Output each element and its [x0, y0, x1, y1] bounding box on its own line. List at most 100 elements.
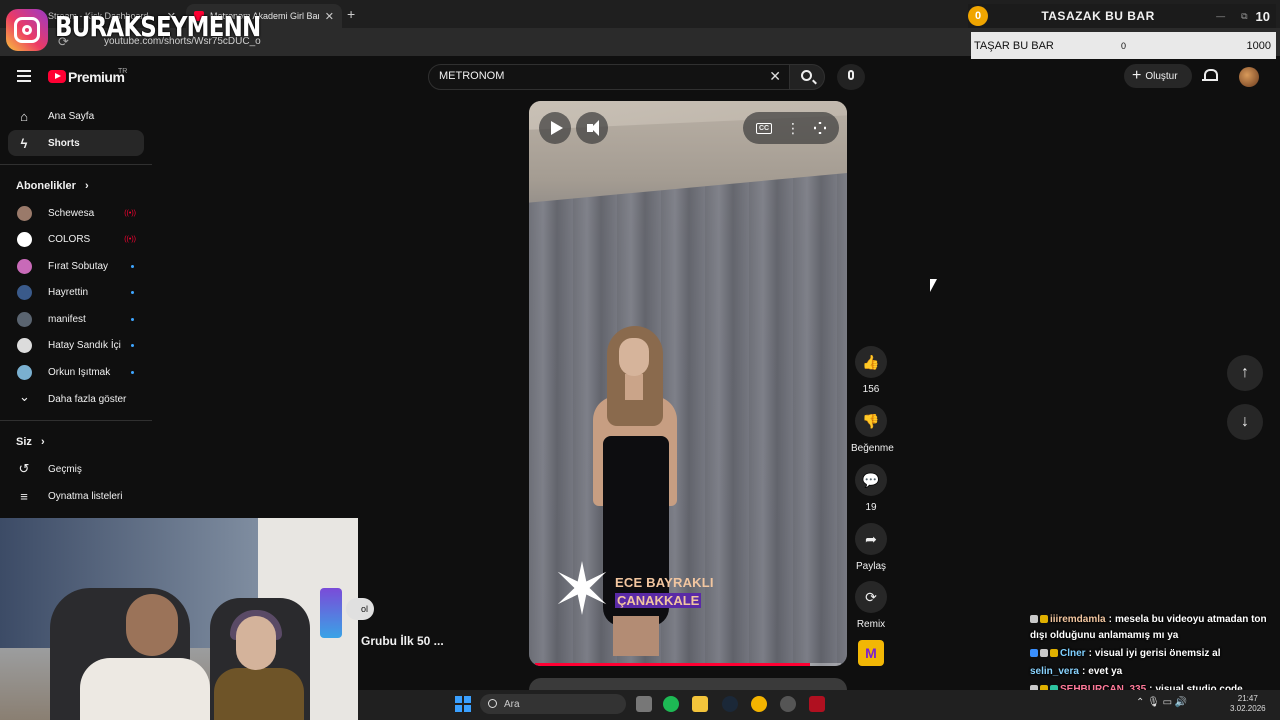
- more-options-icon[interactable]: ⋮: [786, 121, 800, 135]
- comment-button[interactable]: 💬 19: [851, 464, 891, 513]
- chevron-right-icon: ›: [40, 436, 45, 448]
- video-progress-bar[interactable]: [535, 663, 841, 666]
- channel-avatar: [17, 258, 32, 274]
- video-overlay-name: ECE BAYRAKLI: [615, 575, 714, 590]
- sidebar-item-history[interactable]: ↺ Geçmiş: [8, 456, 144, 482]
- chat-text: evet ya: [1088, 666, 1123, 677]
- play-icon: [551, 121, 563, 135]
- next-short-button[interactable]: ↓: [1227, 404, 1263, 440]
- dislike-button[interactable]: 👎 Beğenme: [851, 405, 894, 454]
- chat-message: selin_vera: evet ya: [1030, 664, 1276, 680]
- audio-source-thumbnail[interactable]: M: [858, 640, 884, 666]
- search-input[interactable]: [439, 70, 739, 82]
- new-tab-button[interactable]: +: [347, 6, 355, 22]
- search-icon: [801, 70, 812, 81]
- sidebar-item-home[interactable]: ⌂ Ana Sayfa: [8, 103, 144, 129]
- score-row-label: TAŞAR BU BAR: [974, 39, 1054, 52]
- chevron-down-icon: ⌄: [19, 388, 30, 404]
- chat-badge-icon: [1050, 649, 1058, 657]
- volume-button[interactable]: [576, 112, 608, 144]
- score-widget-row: TAŞAR BU BAR 0 1000: [971, 32, 1276, 59]
- you-heading[interactable]: Siz ›: [16, 436, 45, 448]
- chat-text: visual iyi gerisi önemsiz al: [1094, 648, 1221, 659]
- remix-icon: ⟳: [855, 581, 887, 613]
- minimize-icon[interactable]: —: [1216, 11, 1225, 21]
- menu-icon[interactable]: [17, 70, 31, 82]
- captions-icon[interactable]: CC: [755, 122, 773, 134]
- subscription-item[interactable]: manifest: [8, 307, 144, 331]
- subscription-label: COLORS: [48, 234, 91, 245]
- play-button[interactable]: [539, 112, 571, 144]
- streamer-name: BURAKSEYMENN: [55, 10, 261, 43]
- action-label: Beğenme: [851, 443, 894, 454]
- subscription-label: manifest: [48, 313, 86, 325]
- action-label: Remix: [856, 619, 886, 630]
- sidebar-item-label: Oynatma listeleri: [48, 490, 123, 502]
- youtube-premium-label[interactable]: Premium: [68, 69, 125, 85]
- sidebar-divider: [0, 164, 152, 165]
- taskbar-clock[interactable]: 21:47 3.02.2026: [1230, 694, 1266, 714]
- youtube-logo-icon[interactable]: [48, 70, 66, 83]
- sidebar-item-playlists[interactable]: ≡ Oynatma listeleri: [8, 483, 144, 509]
- chrome-icon[interactable]: [751, 696, 767, 712]
- spotify-icon[interactable]: [663, 696, 679, 712]
- remix-button[interactable]: ⟳ Remix: [851, 581, 891, 630]
- chat-separator: :: [1088, 648, 1092, 659]
- live-indicator-icon: ((•)): [124, 209, 136, 217]
- chat-badge-icon: [1030, 649, 1038, 657]
- show-more-button[interactable]: ⌄ Daha fazla göster: [8, 387, 144, 411]
- sidebar-item-shorts[interactable]: ϟ Shorts: [8, 130, 144, 156]
- taskbar-search[interactable]: Ara: [480, 694, 626, 714]
- subscription-item[interactable]: COLORS ((•)): [8, 228, 144, 252]
- clear-search-icon[interactable]: ✕: [769, 68, 781, 85]
- action-label: 19: [865, 502, 877, 513]
- chat-message: iiiremdamla: mesela bu videoyu atmadan to…: [1030, 612, 1276, 644]
- sidebar-item-label: Geçmiş: [48, 463, 82, 475]
- like-button[interactable]: 👍 156: [851, 346, 891, 395]
- score-widget-title: TASAZAK BU BAR: [1041, 9, 1155, 23]
- notifications-bell-icon[interactable]: [1202, 69, 1218, 83]
- voice-search-button[interactable]: [837, 64, 865, 90]
- subscriptions-heading[interactable]: Abonelikler ›: [16, 180, 89, 192]
- task-view-icon[interactable]: [636, 696, 652, 712]
- chat-username: Clner: [1060, 648, 1086, 659]
- tab-close-icon[interactable]: ✕: [325, 10, 334, 23]
- dislike-icon: 👎: [855, 405, 887, 437]
- subscription-item[interactable]: Hayrettin: [8, 281, 144, 305]
- subscription-item[interactable]: Orkun Işıtmak: [8, 360, 144, 384]
- score-row-max: 1000: [1246, 39, 1271, 52]
- app-icon[interactable]: [809, 696, 825, 712]
- system-tray-icons[interactable]: ⌃ 🎙 ▭ 🔊: [1136, 697, 1187, 708]
- previous-short-button[interactable]: ↑: [1227, 355, 1263, 391]
- account-avatar[interactable]: [1239, 67, 1259, 87]
- subscription-item[interactable]: Fırat Sobutay: [8, 254, 144, 278]
- subscription-item[interactable]: Schewesa ((•)): [8, 201, 144, 225]
- obs-icon[interactable]: [780, 696, 796, 712]
- video-card-title[interactable]: Grubu İlk 50 ...: [361, 634, 444, 648]
- shorts-video-player[interactable]: ECE BAYRAKLI ÇANAKKALE CC ⋮: [529, 101, 847, 666]
- windows-start-icon[interactable]: [455, 696, 471, 712]
- comment-icon: 💬: [855, 464, 887, 496]
- restore-icon[interactable]: ⧉: [1241, 11, 1247, 22]
- create-button[interactable]: + Oluştur: [1124, 64, 1192, 88]
- coin-icon: 0: [968, 6, 988, 26]
- new-content-dot-icon: [131, 317, 134, 321]
- plus-icon: +: [1132, 67, 1142, 84]
- playlist-icon: ≡: [20, 488, 28, 504]
- home-icon: ⌂: [20, 108, 28, 124]
- shorts-icon: ϟ: [20, 135, 28, 151]
- file-explorer-icon[interactable]: [692, 696, 708, 712]
- search-button[interactable]: [789, 64, 825, 90]
- steam-icon[interactable]: [722, 696, 738, 712]
- card-chip[interactable]: ol: [346, 598, 374, 620]
- subscription-item[interactable]: Hatay Sandık İçi: [8, 334, 144, 358]
- fullscreen-icon[interactable]: [814, 122, 826, 134]
- share-button[interactable]: ➦ Paylaş: [851, 523, 891, 572]
- you-title: Siz: [16, 436, 32, 448]
- channel-avatar: [17, 232, 32, 247]
- search-box[interactable]: ✕: [428, 64, 790, 90]
- new-content-dot-icon: [131, 344, 134, 347]
- chat-message: Clner: visual iyi gerisi önemsiz al: [1030, 646, 1276, 662]
- new-content-dot-icon: [131, 370, 134, 374]
- subscription-label: Orkun Işıtmak: [48, 366, 111, 378]
